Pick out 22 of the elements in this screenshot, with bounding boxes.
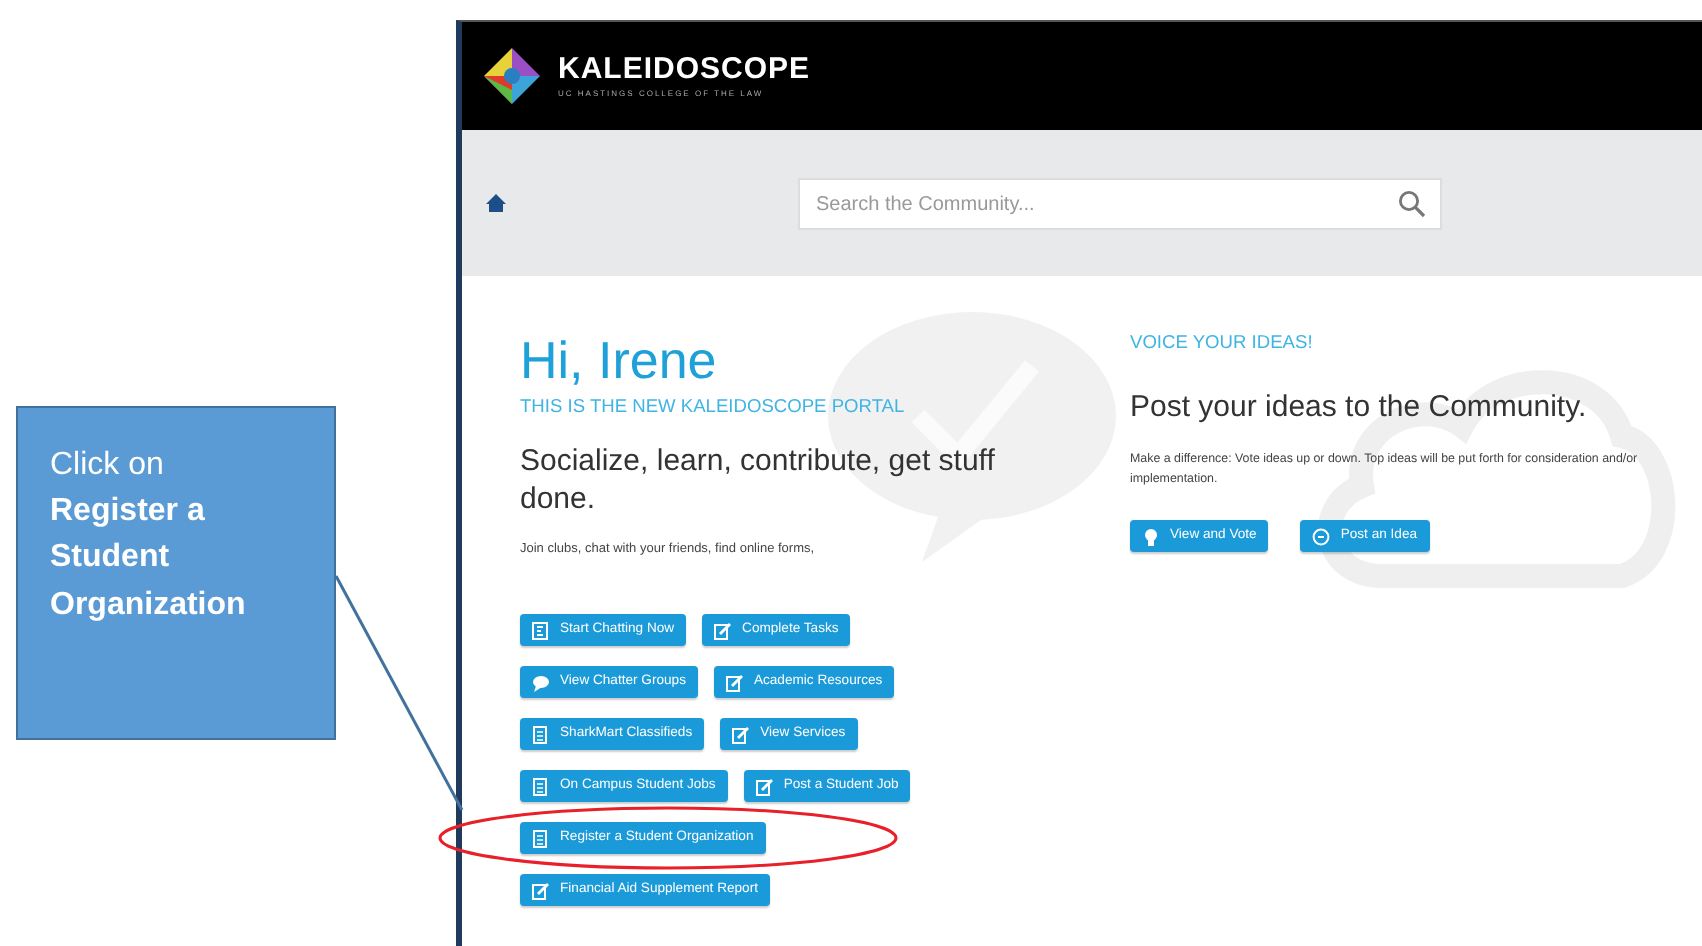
search-icon[interactable] [1398, 189, 1426, 217]
edit-icon [714, 621, 733, 640]
lightbulb-icon [1142, 527, 1160, 546]
greeting-heading: Hi, Irene [520, 332, 719, 390]
edit-icon [725, 673, 744, 692]
headline: Socialize, learn, contribute, get stuff done. [520, 441, 997, 520]
speech-bubble-icon [532, 673, 550, 692]
logo-title: KALEIDOSCOPE [558, 54, 811, 84]
tagline: THIS IS THE NEW KALEIDOSCOPE PORTAL [520, 393, 907, 420]
document-icon [532, 725, 550, 744]
document-icon [532, 777, 550, 796]
comment-icon [1312, 527, 1331, 546]
edit-icon [755, 777, 774, 796]
home-icon[interactable] [486, 194, 506, 212]
search-field[interactable]: Search the Community... [798, 178, 1442, 230]
callout-box: Click on Register a Student Organization [16, 406, 336, 740]
edit-icon [532, 881, 550, 900]
logo-icon [482, 46, 542, 106]
headline: Post your ideas to the Community. [1130, 387, 1589, 428]
edit-icon [732, 725, 751, 744]
section-heading: VOICE YOUR IDEAS! [1130, 330, 1315, 356]
document-icon [532, 829, 550, 848]
